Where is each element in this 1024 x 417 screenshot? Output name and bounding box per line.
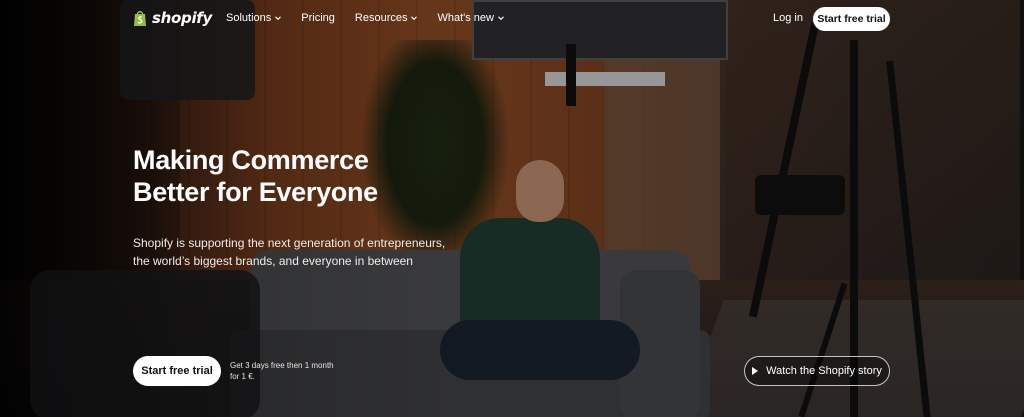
- start-free-trial-nav-button[interactable]: Start free trial: [813, 7, 890, 31]
- logo-text: shopify: [152, 9, 212, 27]
- nav-pricing[interactable]: Pricing: [301, 12, 335, 24]
- chevron-down-icon: [411, 16, 418, 21]
- nav-whats-new[interactable]: What's new: [437, 12, 504, 24]
- top-nav: shopify Solutions Pricing Resources What…: [0, 0, 1024, 38]
- overlay: [0, 0, 1024, 417]
- nav-pricing-label: Pricing: [301, 12, 335, 24]
- hero-subtitle-line1: Shopify is supporting the next generatio…: [133, 236, 446, 250]
- hero-background-image: [0, 0, 1024, 417]
- trial-note-line2: for 1 €.: [230, 372, 255, 381]
- shopify-logo[interactable]: shopify: [133, 9, 212, 27]
- chevron-down-icon: [275, 16, 282, 21]
- chevron-down-icon: [498, 16, 504, 21]
- hero-title: Making Commerce Better for Everyone: [133, 144, 553, 208]
- hero-subtitle: Shopify is supporting the next generatio…: [133, 234, 473, 270]
- nav-links: Solutions Pricing Resources What's new: [226, 12, 524, 24]
- trial-note-line1: Get 3 days free then 1 month: [230, 361, 334, 370]
- watch-story-button[interactable]: Watch the Shopify story: [744, 356, 890, 386]
- login-link[interactable]: Log in: [773, 12, 803, 24]
- watch-story-label: Watch the Shopify story: [766, 365, 882, 377]
- start-free-trial-button[interactable]: Start free trial: [133, 356, 221, 386]
- hero-subtitle-line2: the world’s biggest brands, and everyone…: [133, 254, 413, 268]
- play-icon: [752, 367, 759, 375]
- hero-title-line1: Making Commerce: [133, 145, 369, 175]
- trial-note: Get 3 days free then 1 month for 1 €.: [230, 360, 350, 382]
- nav-resources[interactable]: Resources: [355, 12, 418, 24]
- nav-resources-label: Resources: [354, 12, 408, 24]
- hero-title-line2: Better for Everyone: [133, 177, 378, 207]
- nav-solutions[interactable]: Solutions: [226, 12, 282, 24]
- nav-whats-new-label: What's new: [437, 12, 494, 24]
- nav-solutions-label: Solutions: [226, 12, 272, 24]
- shopify-bag-icon: [133, 10, 147, 27]
